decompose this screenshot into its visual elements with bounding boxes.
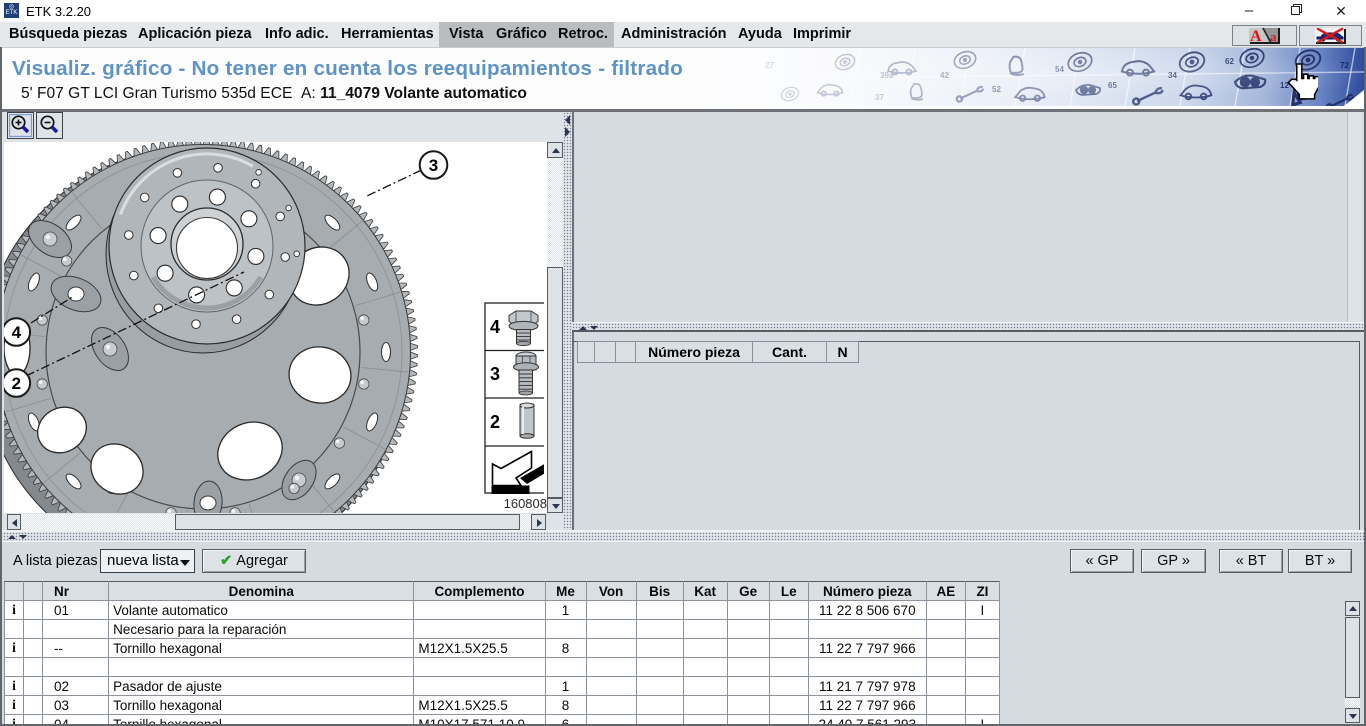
svg-text:A: A xyxy=(1250,28,1262,45)
svg-text:a: a xyxy=(1270,29,1277,44)
svg-text:2: 2 xyxy=(12,374,21,393)
svg-text:2: 2 xyxy=(490,412,500,432)
svg-text:4: 4 xyxy=(12,323,22,342)
svg-text:4: 4 xyxy=(490,317,500,337)
svg-text:3: 3 xyxy=(429,156,438,175)
svg-text:3: 3 xyxy=(490,364,500,384)
